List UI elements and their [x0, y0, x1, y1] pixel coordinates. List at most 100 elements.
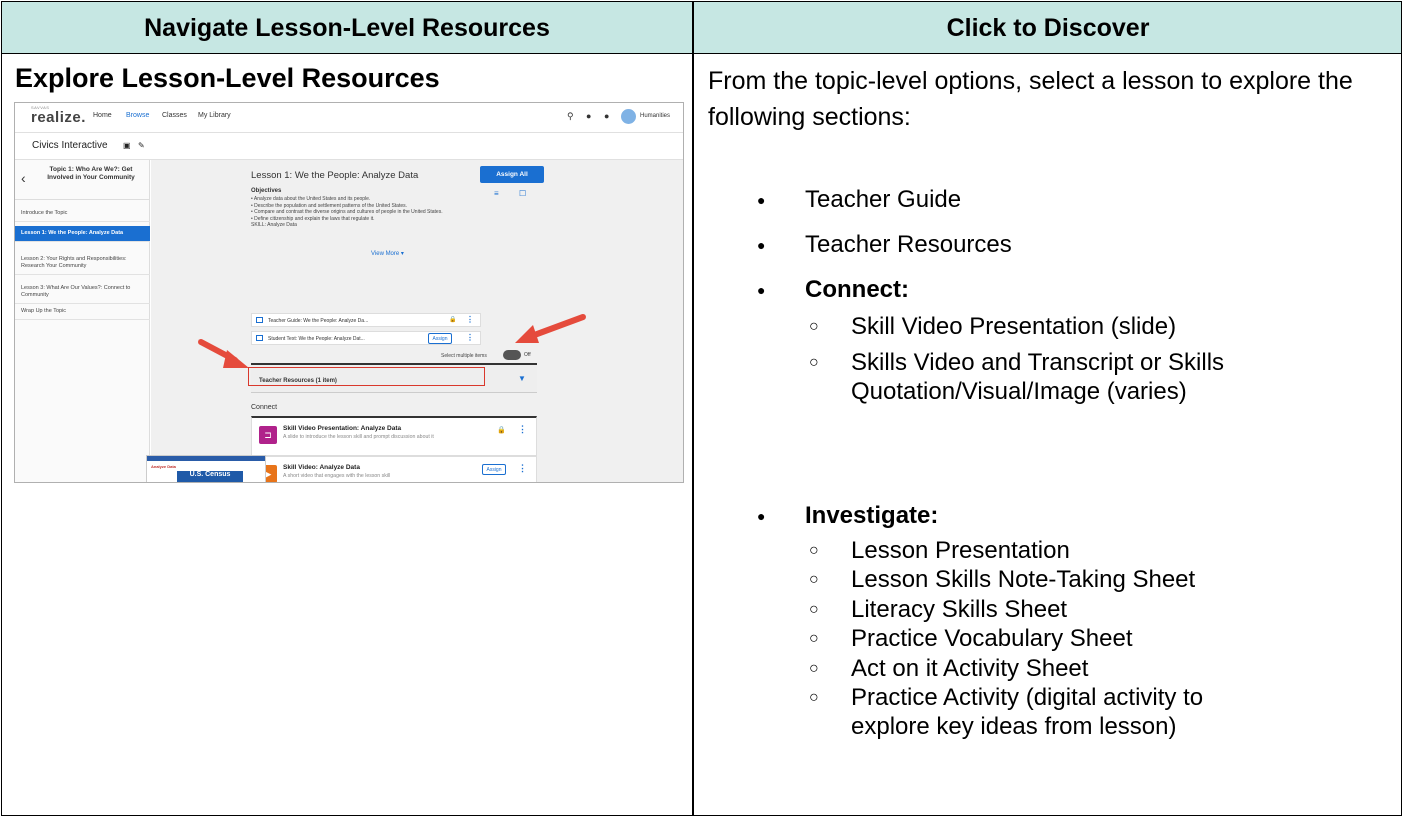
nav-browse[interactable]: Browse: [126, 112, 149, 119]
bullet-icon: ●: [757, 508, 766, 524]
sub-text: Lesson Skills Note-Taking Sheet: [851, 566, 1196, 593]
bullet-icon: ●: [757, 192, 766, 208]
nav-home[interactable]: Home: [93, 112, 112, 119]
wrench-icon[interactable]: ✎: [138, 141, 145, 150]
thumbnail-bar: [147, 456, 265, 461]
more-icon[interactable]: ⋮: [518, 424, 527, 435]
realize-logo: SAVVAS realize.: [31, 105, 86, 126]
caret-down-icon[interactable]: ▼: [518, 374, 526, 383]
right-cell: From the topic-level options, select a l…: [708, 63, 1398, 135]
lesson-title: Lesson 1: We the People: Analyze Data: [251, 170, 419, 181]
objective-skill: SKILL: Analyze Data: [251, 222, 297, 228]
sidebar-item-wrap-up[interactable]: Wrap Up the Topic: [15, 304, 150, 320]
sub-bullet-icon: ○: [809, 318, 819, 335]
sub-text: Practice Vocabulary Sheet: [851, 625, 1133, 652]
sub-bullet-icon: ○: [809, 630, 819, 647]
sidebar-item-lesson-1[interactable]: Lesson 1: We the People: Analyze Data: [15, 226, 150, 242]
book-icon: [256, 335, 263, 341]
objectives-heading: Objectives: [251, 188, 282, 194]
more-icon[interactable]: ⋮: [466, 333, 474, 342]
select-multiple-label: Select multiple items: [441, 353, 487, 359]
lock-icon: 🔒: [449, 317, 457, 323]
item-description: A slide to introduce the lesson skill an…: [283, 434, 434, 440]
skill-video-card[interactable]: ▶ Skill Video: Analyze Data A short vide…: [251, 456, 537, 482]
sub-bullet-icon: ○: [809, 542, 819, 559]
teacher-guide-title: Teacher Guide: We the People: Analyze Da…: [268, 318, 369, 324]
column-divider: [692, 2, 694, 815]
red-arrow-icon: [198, 339, 249, 368]
objectives-list: • Analyze data about the United States a…: [251, 196, 481, 229]
bullet-text: Investigate:: [805, 502, 939, 529]
left-cell-title: Explore Lesson-Level Resources: [15, 63, 440, 93]
sidebar-topic-title: Topic 1: Who Are We?: Get Involved in Yo…: [47, 166, 135, 181]
sub-text: Act on it Activity Sheet: [851, 655, 1089, 682]
item-title: Skill Video: Analyze Data: [283, 464, 360, 471]
item-description: A short video that engages with the less…: [283, 473, 391, 479]
bullet-icon: ●: [757, 237, 766, 253]
select-multiple-toggle[interactable]: [503, 350, 521, 360]
sub-text: Quotation/Visual/Image (varies): [851, 378, 1187, 405]
sub-text: Practice Activity (digital activity to: [851, 684, 1204, 711]
sub-bullet-icon: ○: [809, 571, 819, 588]
sub-bullet-icon: ○: [809, 660, 819, 677]
bell-icon[interactable]: ●: [586, 111, 591, 121]
sub-bullet-icon: ○: [809, 354, 819, 371]
topic-sidebar: ‹ Topic 1: Who Are We?: Get Involved in …: [15, 160, 150, 482]
sub-text: Literacy Skills Sheet: [851, 596, 1068, 623]
user-name[interactable]: Humanities: [640, 113, 670, 119]
avatar[interactable]: [621, 109, 636, 124]
bullet-text: Teacher Resources: [805, 231, 1012, 258]
sub-bullet-icon: ○: [809, 689, 819, 706]
sub-text: Skill Video Presentation (slide): [851, 313, 1177, 340]
logo-tagline: SAVVAS: [31, 105, 50, 110]
lesson-main: Lesson 1: We the People: Analyze Data As…: [151, 160, 683, 482]
book-icon: [256, 317, 263, 323]
student-text-title: Student Text: We the People: Analyze Dat…: [268, 336, 365, 342]
list-icon[interactable]: ≡: [494, 189, 499, 198]
book-icon[interactable]: ▣: [123, 141, 131, 150]
program-title: Civics Interactive: [32, 140, 108, 151]
bullet-icon: ●: [757, 282, 766, 298]
bullet-text: Connect:: [805, 276, 909, 303]
chevron-left-icon[interactable]: ‹: [21, 170, 26, 186]
highlight-box: [248, 367, 485, 386]
view-more-link[interactable]: View More ▾: [371, 250, 404, 257]
help-icon[interactable]: ●: [604, 111, 609, 121]
video-thumbnail[interactable]: Analyze Data U.S. Census: [146, 455, 266, 482]
sidebar-item-lesson-2[interactable]: Lesson 2: Your Rights and Responsibiliti…: [15, 252, 150, 275]
assign-button[interactable]: Assign: [428, 333, 452, 344]
program-bar: Civics Interactive ▣ ✎: [15, 133, 683, 160]
app-topbar: SAVVAS realize. Home Browse Classes My Li…: [15, 103, 683, 133]
intro-text: From the topic-level options, select a l…: [708, 67, 1353, 131]
connect-heading: Connect: [251, 404, 278, 411]
slide-icon: ⊐: [259, 426, 277, 444]
teacher-guide-row[interactable]: Teacher Guide: We the People: Analyze Da…: [251, 313, 481, 327]
sidebar-header: ‹ Topic 1: Who Are We?: Get Involved in …: [15, 160, 150, 200]
edit-icon[interactable]: ☐: [519, 189, 526, 198]
assign-button[interactable]: Assign: [482, 464, 506, 475]
sub-text: Lesson Presentation: [851, 537, 1070, 564]
header-right: Click to Discover: [946, 13, 1150, 42]
toggle-state: Off: [524, 352, 531, 358]
sidebar-item-lesson-3[interactable]: Lesson 3: What Are Our Values?: Connect …: [15, 281, 150, 304]
sidebar-item-introduce[interactable]: Introduce the Topic: [15, 206, 150, 222]
bullet-text: Teacher Guide: [805, 186, 962, 213]
header-left: Navigate Lesson-Level Resources: [144, 13, 550, 42]
more-icon[interactable]: ⋮: [466, 315, 474, 324]
nav-classes[interactable]: Classes: [162, 112, 187, 119]
assign-all-button[interactable]: Assign All: [480, 166, 544, 183]
student-text-row[interactable]: Student Text: We the People: Analyze Dat…: [251, 331, 481, 345]
sub-text: Skills Video and Transcript or Skills: [851, 349, 1225, 376]
resource-table: Navigate Lesson-Level Resources Click to…: [1, 1, 1402, 816]
table-header-row: Navigate Lesson-Level Resources Click to…: [2, 2, 1401, 54]
sub-bullet-icon: ○: [809, 601, 819, 618]
more-icon[interactable]: ⋮: [518, 463, 527, 474]
logo-text: realize.: [31, 109, 86, 126]
skill-video-presentation-card[interactable]: ⊐ Skill Video Presentation: Analyze Data…: [251, 416, 537, 456]
embedded-screenshot: SAVVAS realize. Home Browse Classes My Li…: [14, 102, 684, 483]
search-icon[interactable]: ⚲: [567, 111, 574, 122]
red-arrow-icon: [515, 314, 586, 343]
nav-my-library[interactable]: My Library: [198, 112, 231, 119]
lock-icon: 🔒: [497, 427, 506, 434]
sub-text: explore key ideas from lesson): [851, 713, 1177, 740]
